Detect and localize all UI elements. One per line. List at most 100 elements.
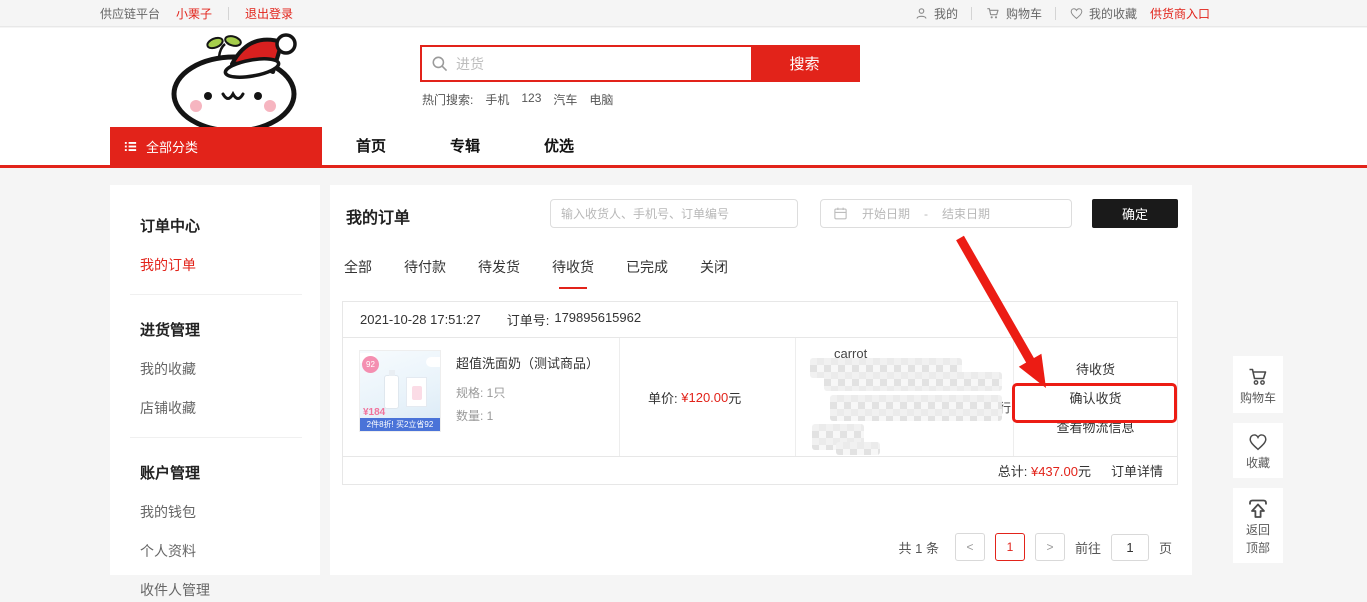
- sidebar-item-recipients[interactable]: 收件人管理: [140, 580, 320, 600]
- topbar-right: 我的 购物车 我的收藏 供货商入口: [914, 5, 1210, 22]
- tab-closed[interactable]: 关闭: [700, 257, 728, 289]
- order-detail-link[interactable]: 订单详情: [1111, 461, 1163, 480]
- hot-keyword[interactable]: 电脑: [589, 91, 613, 108]
- my-account-link[interactable]: 我的: [914, 5, 958, 22]
- float-cart-label: 购物车: [1240, 391, 1276, 406]
- date-start-placeholder: 开始日期: [862, 205, 910, 222]
- heart-icon: [1069, 6, 1084, 21]
- cart-icon: [1246, 364, 1270, 388]
- main-nav: 全部分类 首页 专辑 优选: [0, 127, 1367, 165]
- total-value: ¥437.00: [1031, 464, 1078, 479]
- back-to-top-label-2: 顶部: [1246, 541, 1270, 556]
- product-name[interactable]: 超值洗面奶（测试商品）: [456, 353, 599, 372]
- page-title: 我的订单: [346, 204, 410, 228]
- recipient-cell: carrot 158 行: [795, 338, 1013, 456]
- username-link[interactable]: 小栗子: [176, 5, 212, 22]
- pagination: 共 1 条 < 1 > 前往 页: [899, 533, 1173, 561]
- unit-price-label: 单价:: [648, 388, 678, 407]
- favorites-link[interactable]: 我的收藏: [1069, 5, 1137, 22]
- goto-label: 前往: [1075, 538, 1101, 557]
- hot-search: 热门搜索: 手机 123 汽车 电脑: [422, 91, 613, 108]
- hot-keyword[interactable]: 手机: [485, 91, 509, 108]
- product-info: 超值洗面奶（测试商品） 规格: 1只 数量: 1: [456, 350, 599, 456]
- confirm-receipt-button[interactable]: 确认收货: [1069, 388, 1121, 407]
- divider: [228, 7, 229, 20]
- divider: [130, 437, 302, 438]
- actions-cell: 待收货 确认收货 查看物流信息: [1013, 338, 1177, 456]
- cart-link[interactable]: 购物车: [985, 5, 1042, 22]
- order-status-tabs: 全部 待付款 待发货 待收货 已完成 关闭: [344, 257, 728, 289]
- hot-keyword[interactable]: 123: [521, 91, 541, 108]
- person-icon: [914, 6, 929, 21]
- pagination-page-1[interactable]: 1: [995, 533, 1025, 561]
- pagination-next-button[interactable]: >: [1035, 533, 1065, 561]
- goto-unit-label: 页: [1159, 538, 1172, 557]
- image-promo-banner: 2件8折! 买2立省92: [360, 418, 440, 431]
- search-button[interactable]: 搜索: [751, 47, 858, 80]
- topbar-left: 供应链平台 小栗子 退出登录: [100, 5, 293, 22]
- main-menu: 首页 专辑 优选: [356, 135, 574, 156]
- back-to-top-icon: [1246, 496, 1270, 520]
- heart-icon: [1247, 431, 1269, 453]
- top-utility-bar: 供应链平台 小栗子 退出登录 我的 购物车 我的收藏 供货商入口: [0, 0, 1367, 27]
- view-logistics-link[interactable]: 查看物流信息: [1056, 417, 1134, 436]
- order-total: 总计: ¥437.00元: [998, 461, 1091, 480]
- divider: [1055, 7, 1056, 20]
- sidebar-item-my-favorites[interactable]: 我的收藏: [140, 359, 320, 379]
- sidebar-item-my-wallet[interactable]: 我的钱包: [140, 502, 320, 522]
- sidebar-item-shop-favorites[interactable]: 店铺收藏: [140, 398, 320, 418]
- order-number-value: 179895615962: [554, 310, 641, 329]
- filter-confirm-button[interactable]: 确定: [1092, 199, 1178, 228]
- date-end-placeholder: 结束日期: [942, 205, 990, 222]
- tab-pending-payment[interactable]: 待付款: [404, 257, 446, 289]
- censor-mosaic: [830, 395, 1002, 421]
- sidebar-section-purchase: 进货管理: [140, 319, 320, 340]
- order-card: 2021-10-28 17:51:27 订单号: 179895615962 92…: [342, 301, 1178, 485]
- hot-search-label: 热门搜索:: [422, 91, 473, 108]
- pagination-prev-button[interactable]: <: [955, 533, 985, 561]
- all-categories-label: 全部分类: [146, 137, 198, 156]
- tab-completed[interactable]: 已完成: [626, 257, 668, 289]
- tab-all[interactable]: 全部: [344, 257, 372, 289]
- pagination-total: 共 1 条: [899, 538, 939, 557]
- date-separator: -: [924, 207, 928, 221]
- back-to-top-button[interactable]: 返回 顶部: [1233, 488, 1283, 563]
- product-bottle-graphic: [384, 375, 399, 409]
- nav-item-albums[interactable]: 专辑: [450, 135, 480, 156]
- decor-cloud: [426, 357, 441, 367]
- goto-page-input[interactable]: [1111, 534, 1149, 561]
- hot-keyword[interactable]: 汽车: [553, 91, 577, 108]
- float-cart-button[interactable]: 购物车: [1233, 356, 1283, 413]
- total-label: 总计:: [998, 464, 1028, 479]
- calendar-icon: [833, 206, 848, 221]
- order-filter-input[interactable]: [550, 199, 798, 228]
- all-categories-button[interactable]: 全部分类: [110, 127, 322, 165]
- discount-badge: 92: [362, 356, 379, 373]
- sidebar-item-profile[interactable]: 个人资料: [140, 541, 320, 561]
- nav-item-premium[interactable]: 优选: [544, 135, 574, 156]
- search-input-wrap: [422, 47, 751, 80]
- site-logo[interactable]: [146, 30, 326, 137]
- product-thumbnail[interactable]: 92 ¥184 2件8折! 买2立省92: [359, 350, 441, 432]
- orders-panel: 我的订单 开始日期 - 结束日期 确定 全部 待付款 待发货 待收货 已完成 关…: [330, 185, 1192, 575]
- sidebar-section-order-center: 订单中心: [140, 215, 320, 236]
- site-header: 搜索 热门搜索: 手机 123 汽车 电脑 全部分类 首页 专辑 优选: [0, 28, 1367, 168]
- sidebar-section-account: 账户管理: [140, 462, 320, 483]
- float-favorites-button[interactable]: 收藏: [1233, 423, 1283, 478]
- total-unit: 元: [1078, 464, 1091, 479]
- order-card-body: 92 ¥184 2件8折! 买2立省92 超值洗面奶（测试商品） 规格: 1只 …: [343, 338, 1177, 456]
- sidebar: 订单中心 我的订单 进货管理 我的收藏 店铺收藏 账户管理 我的钱包 个人资料 …: [110, 185, 320, 575]
- supplier-entry-link[interactable]: 供货商入口: [1150, 5, 1210, 22]
- tab-pending-receipt[interactable]: 待收货: [552, 257, 594, 289]
- divider: [971, 7, 972, 20]
- search-input[interactable]: [422, 47, 751, 80]
- product-cell: 92 ¥184 2件8折! 买2立省92 超值洗面奶（测试商品） 规格: 1只 …: [343, 338, 619, 456]
- sidebar-item-my-orders[interactable]: 我的订单: [140, 255, 320, 275]
- logout-link[interactable]: 退出登录: [245, 5, 293, 22]
- tab-pending-shipment[interactable]: 待发货: [478, 257, 520, 289]
- mascot-logo-icon: [146, 30, 326, 132]
- order-card-header: 2021-10-28 17:51:27 订单号: 179895615962: [343, 302, 1177, 338]
- date-range-picker[interactable]: 开始日期 - 结束日期: [820, 199, 1072, 228]
- order-number-label: 订单号:: [507, 310, 550, 329]
- nav-item-home[interactable]: 首页: [356, 135, 386, 156]
